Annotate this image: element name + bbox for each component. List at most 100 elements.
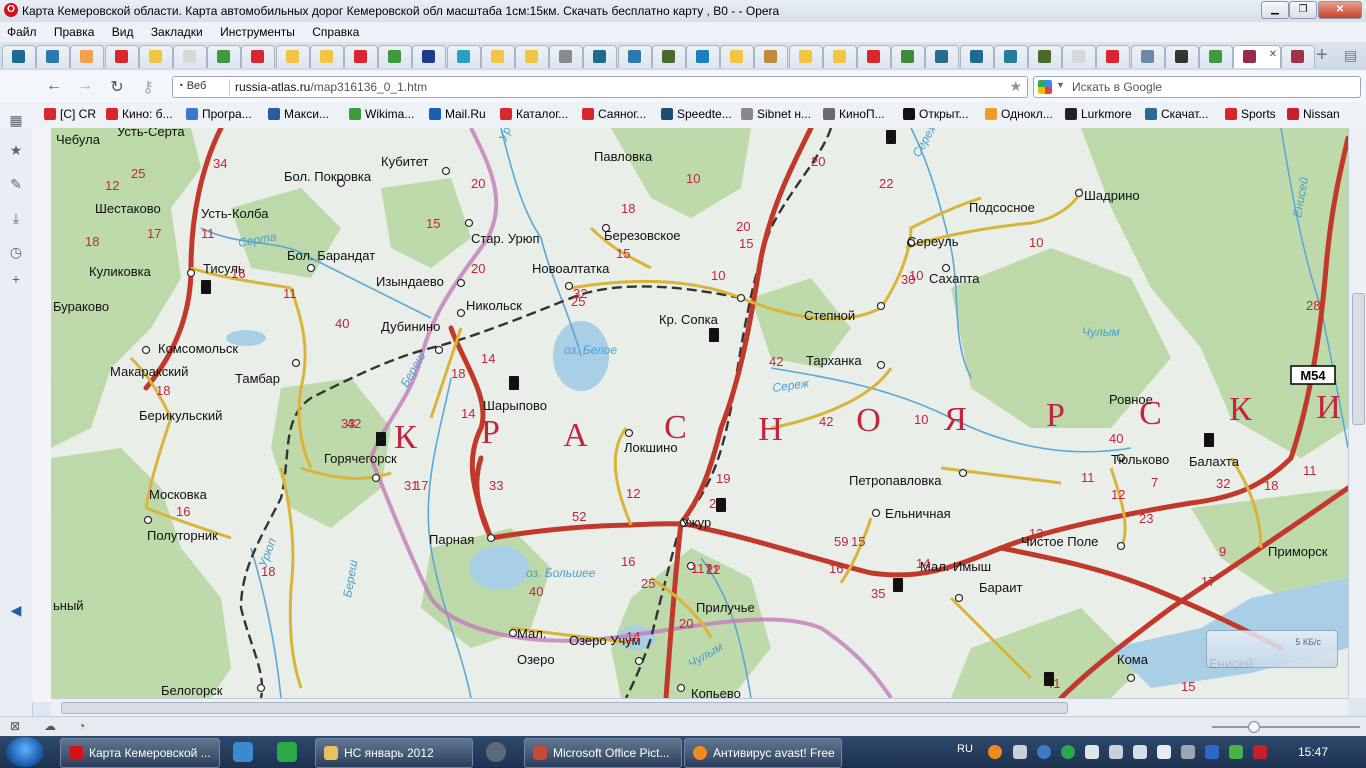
address-field[interactable]: ◔ Веб russia-atlas.ru/map316136_0_1.htm … [172, 76, 1028, 98]
vertical-scrollbar[interactable] [1348, 128, 1366, 698]
bookmark-item[interactable]: Открыт... [903, 107, 977, 121]
browser-tab[interactable] [993, 45, 1028, 68]
browser-tab[interactable] [138, 45, 173, 68]
tray-volume-icon[interactable] [1013, 745, 1027, 759]
browser-tab[interactable] [515, 45, 549, 68]
browser-tab[interactable] [1062, 45, 1097, 68]
forward-arrow-icon[interactable]: → [75, 77, 95, 95]
browser-tab[interactable] [1199, 45, 1233, 68]
tray-flag-icon[interactable] [1085, 745, 1099, 759]
panel-speed-dial-icon[interactable]: ▦ [8, 112, 24, 128]
browser-tab[interactable] [788, 45, 823, 68]
browser-tab[interactable] [70, 45, 105, 68]
browser-tab[interactable] [617, 45, 652, 68]
browser-tab[interactable] [754, 45, 789, 68]
task-office-picture[interactable]: Microsoft Office Pict... [524, 738, 682, 768]
browser-tab[interactable] [651, 45, 686, 68]
ie-quicklaunch-icon[interactable] [233, 742, 253, 762]
tray-app-icon[interactable] [1253, 745, 1267, 759]
cloud-unite-icon[interactable]: ☁ [44, 719, 56, 733]
browser-tab[interactable] [1164, 45, 1199, 68]
tab-list-icon[interactable]: ▤ [1344, 47, 1357, 64]
clock[interactable]: 15:47 [1298, 745, 1328, 759]
browser-tab[interactable] [480, 45, 515, 68]
back-arrow-icon[interactable]: ← [44, 77, 64, 95]
browser-tab[interactable] [720, 45, 755, 68]
hp-quicklaunch-icon[interactable] [486, 742, 506, 762]
bookmark-item[interactable]: Wikima... [349, 107, 423, 121]
browser-tab[interactable] [344, 45, 378, 68]
utorrent-quicklaunch-icon[interactable] [277, 742, 297, 762]
menu-edit[interactable]: Правка [47, 22, 102, 39]
browser-tab[interactable] [207, 45, 242, 68]
menu-file[interactable]: Файл [0, 22, 44, 39]
bookmark-item[interactable]: КиноП... [823, 107, 895, 121]
panel-collapse-arrow-icon[interactable]: ◀ [8, 602, 24, 618]
bookmark-item[interactable]: Mail.Ru [429, 107, 493, 121]
bookmark-item[interactable]: Nissan [1287, 107, 1355, 121]
bookmark-item[interactable]: [C] CR [44, 107, 100, 121]
tray-device-icon[interactable] [1109, 745, 1123, 759]
browser-tab[interactable] [857, 45, 891, 68]
panel-add-icon[interactable]: + [8, 271, 24, 287]
speed-gauge-icon[interactable]: ◔ [78, 719, 85, 733]
bookmark-item[interactable]: Каталог... [500, 107, 574, 121]
task-opera[interactable]: Карта Кемеровской ... [60, 738, 220, 768]
browser-tab[interactable] [822, 45, 857, 68]
browser-tab[interactable] [275, 45, 310, 68]
bookmark-item[interactable]: Саяног... [582, 107, 654, 121]
menu-bookmarks[interactable]: Закладки [144, 22, 210, 39]
browser-tab[interactable] [309, 45, 344, 68]
browser-tab[interactable] [378, 45, 413, 68]
tray-monitor-icon[interactable] [1181, 745, 1195, 759]
start-button[interactable] [6, 737, 44, 767]
browser-tab[interactable] [446, 45, 481, 68]
web-globe-label[interactable]: ◔ Веб [177, 80, 206, 92]
task-folder[interactable]: НС январь 2012 [315, 738, 473, 768]
menu-help[interactable]: Справка [305, 22, 366, 39]
browser-tab[interactable] [1096, 45, 1131, 68]
bookmark-item[interactable]: Однокл... [985, 107, 1059, 121]
browser-tab[interactable] [173, 45, 207, 68]
close-button[interactable]: ✕ [1318, 1, 1362, 19]
zoom-slider-track[interactable] [1212, 726, 1360, 728]
panel-notes-icon[interactable]: ✎ [8, 176, 24, 192]
bookmark-item[interactable]: Speedte... [661, 107, 735, 121]
key-icon[interactable]: ⚷ [138, 77, 158, 97]
browser-tab[interactable] [686, 45, 720, 68]
tray-wifi-icon[interactable] [1229, 745, 1243, 759]
browser-tab[interactable] [1281, 45, 1316, 68]
panel-history-clock-icon[interactable]: ◷ [8, 244, 24, 260]
menu-tools[interactable]: Инструменты [213, 22, 302, 39]
browser-tab[interactable] [241, 45, 276, 68]
minimize-button[interactable]: ▁ [1261, 1, 1289, 19]
language-indicator[interactable]: RU [957, 743, 973, 755]
browser-tab[interactable] [959, 45, 994, 68]
url-text[interactable]: russia-atlas.ru/map316136_0_1.htm [235, 80, 427, 94]
browser-tab[interactable] [412, 45, 447, 68]
bookmark-item[interactable]: Програ... [186, 107, 260, 121]
search-field[interactable]: ▼ Искать в Google [1033, 76, 1361, 98]
bookmark-item[interactable]: Sibnet н... [741, 107, 815, 121]
browser-tab[interactable] [891, 45, 926, 68]
browser-tab[interactable] [104, 45, 139, 68]
browser-tab[interactable] [549, 45, 584, 68]
browser-tab[interactable] [1028, 45, 1062, 68]
vertical-scroll-thumb[interactable] [1352, 293, 1365, 425]
browser-tab[interactable]: ✕ [1233, 45, 1282, 68]
tray-update-icon[interactable] [1037, 745, 1051, 759]
menu-view[interactable]: Вид [105, 22, 141, 39]
bookmark-item[interactable]: Кино: б... [106, 107, 178, 121]
bookmark-item[interactable]: Lurkmore [1065, 107, 1137, 121]
bookmark-item[interactable]: Скачат... [1145, 107, 1217, 121]
tray-avast-icon[interactable] [988, 745, 1002, 759]
tab-close-icon[interactable]: ✕ [1269, 49, 1277, 60]
task-avast[interactable]: Антивирус avast! Free [684, 738, 842, 768]
bookmark-star-icon[interactable]: ★ [1009, 78, 1022, 95]
zoom-slider-knob[interactable] [1248, 721, 1260, 733]
tray-signal-icon[interactable] [1157, 745, 1171, 759]
download-speed-widget[interactable]: 5 КБ/с [1206, 630, 1338, 668]
search-engine-dropdown-icon[interactable]: ▼ [1056, 80, 1065, 90]
browser-tab[interactable] [36, 45, 71, 68]
browser-tab[interactable] [925, 45, 960, 68]
